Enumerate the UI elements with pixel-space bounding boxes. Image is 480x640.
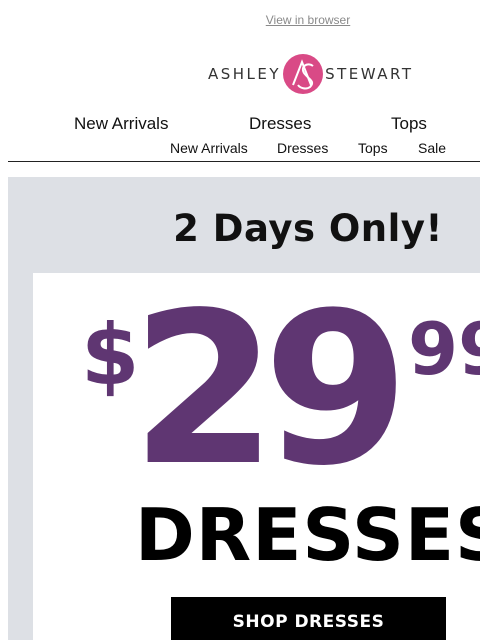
logo-text-left: ASHLEY — [208, 65, 282, 83]
brand-logo[interactable]: ASHLEY STEWART — [208, 52, 414, 96]
nav-primary-dresses[interactable]: Dresses — [249, 114, 311, 134]
hero-banner[interactable]: 2 Days Only! $ 29 99 DRESSES SHOP DRESSE… — [8, 177, 480, 640]
hero-headline: 2 Days Only! — [173, 207, 443, 250]
logo-text-right: STEWART — [325, 65, 414, 83]
nav-divider — [8, 161, 480, 162]
logo-mark-icon — [283, 54, 324, 94]
primary-nav: New Arrivals Dresses Tops — [0, 114, 480, 136]
promo-category: DRESSES — [135, 493, 480, 577]
secondary-nav: New Arrivals Dresses Tops Sale — [0, 140, 480, 158]
shop-dresses-button[interactable]: SHOP DRESSES — [171, 597, 446, 640]
nav-primary-new-arrivals[interactable]: New Arrivals — [74, 114, 168, 134]
nav-secondary-new-arrivals[interactable]: New Arrivals — [170, 140, 248, 156]
nav-secondary-sale[interactable]: Sale — [418, 140, 446, 156]
nav-secondary-dresses[interactable]: Dresses — [277, 140, 328, 156]
hero-promo-card: $ 29 99 DRESSES SHOP DRESSES — [33, 273, 480, 640]
nav-secondary-tops[interactable]: Tops — [358, 140, 388, 156]
price-whole: 29 — [131, 273, 409, 512]
price-cents: 99 — [408, 307, 480, 391]
view-in-browser-link[interactable]: View in browser — [0, 13, 480, 27]
nav-primary-tops[interactable]: Tops — [391, 114, 427, 134]
